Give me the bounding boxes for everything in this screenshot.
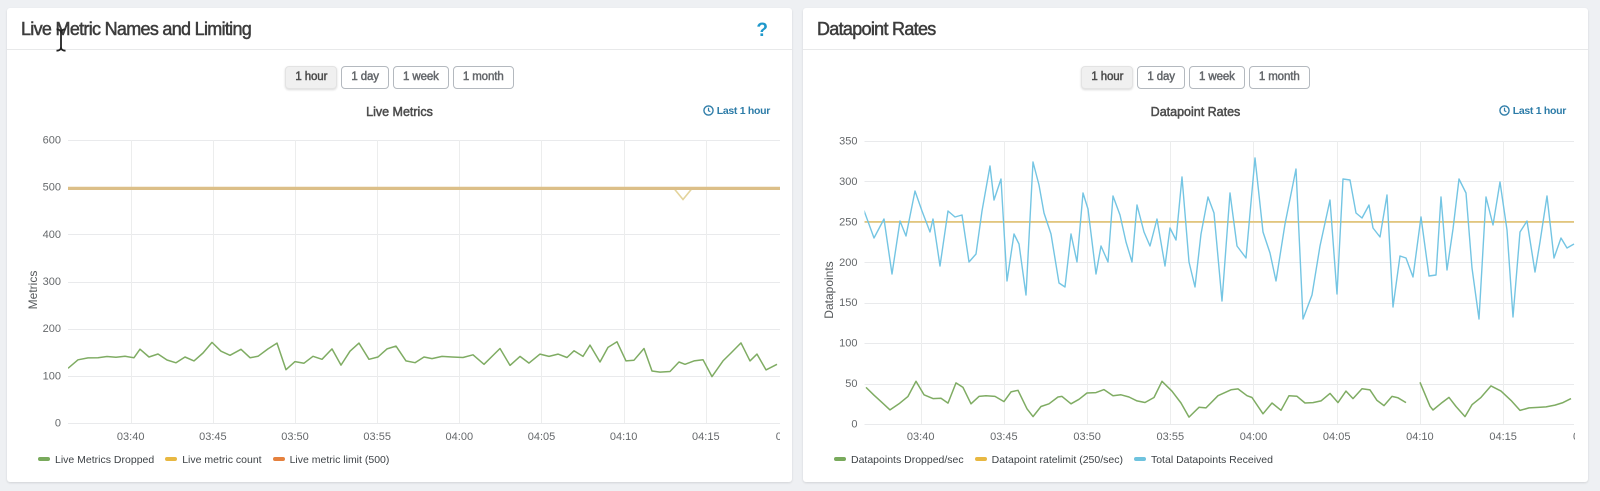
svg-text:50: 50: [845, 378, 857, 390]
svg-text:03:50: 03:50: [281, 431, 309, 443]
svg-text:03:55: 03:55: [363, 431, 391, 443]
svg-text:03:45: 03:45: [199, 431, 227, 443]
svg-text:03:40: 03:40: [117, 431, 145, 443]
svg-text:600: 600: [43, 135, 61, 147]
svg-text:0: 0: [851, 419, 857, 431]
svg-text:04:20: 04:20: [1573, 431, 1588, 443]
svg-text:04:05: 04:05: [1323, 431, 1351, 443]
svg-text:04:10: 04:10: [610, 431, 638, 443]
svg-text:04:15: 04:15: [692, 431, 720, 443]
svg-text:Metrics: Metrics: [26, 271, 40, 310]
svg-text:150: 150: [839, 297, 857, 309]
svg-text:250: 250: [839, 216, 857, 228]
svg-text:04:15: 04:15: [1489, 431, 1517, 443]
svg-text:04:00: 04:00: [1240, 431, 1268, 443]
svg-text:100: 100: [839, 338, 857, 350]
svg-text:500: 500: [43, 182, 61, 194]
svg-text:350: 350: [839, 136, 857, 148]
svg-text:03:45: 03:45: [990, 431, 1018, 443]
svg-text:03:55: 03:55: [1157, 431, 1185, 443]
svg-text:300: 300: [43, 276, 61, 288]
svg-text:0: 0: [55, 418, 61, 430]
svg-text:400: 400: [43, 229, 61, 241]
svg-text:04:00: 04:00: [446, 431, 474, 443]
svg-text:300: 300: [839, 176, 857, 188]
svg-text:100: 100: [43, 370, 61, 382]
svg-text:200: 200: [43, 323, 61, 335]
svg-text:200: 200: [839, 257, 857, 269]
svg-text:03:50: 03:50: [1073, 431, 1101, 443]
svg-text:04:05: 04:05: [528, 431, 556, 443]
svg-text:03:40: 03:40: [907, 431, 935, 443]
svg-text:04:10: 04:10: [1406, 431, 1434, 443]
svg-text:Datapoints: Datapoints: [822, 261, 836, 318]
svg-text:04:20: 04:20: [776, 431, 792, 443]
